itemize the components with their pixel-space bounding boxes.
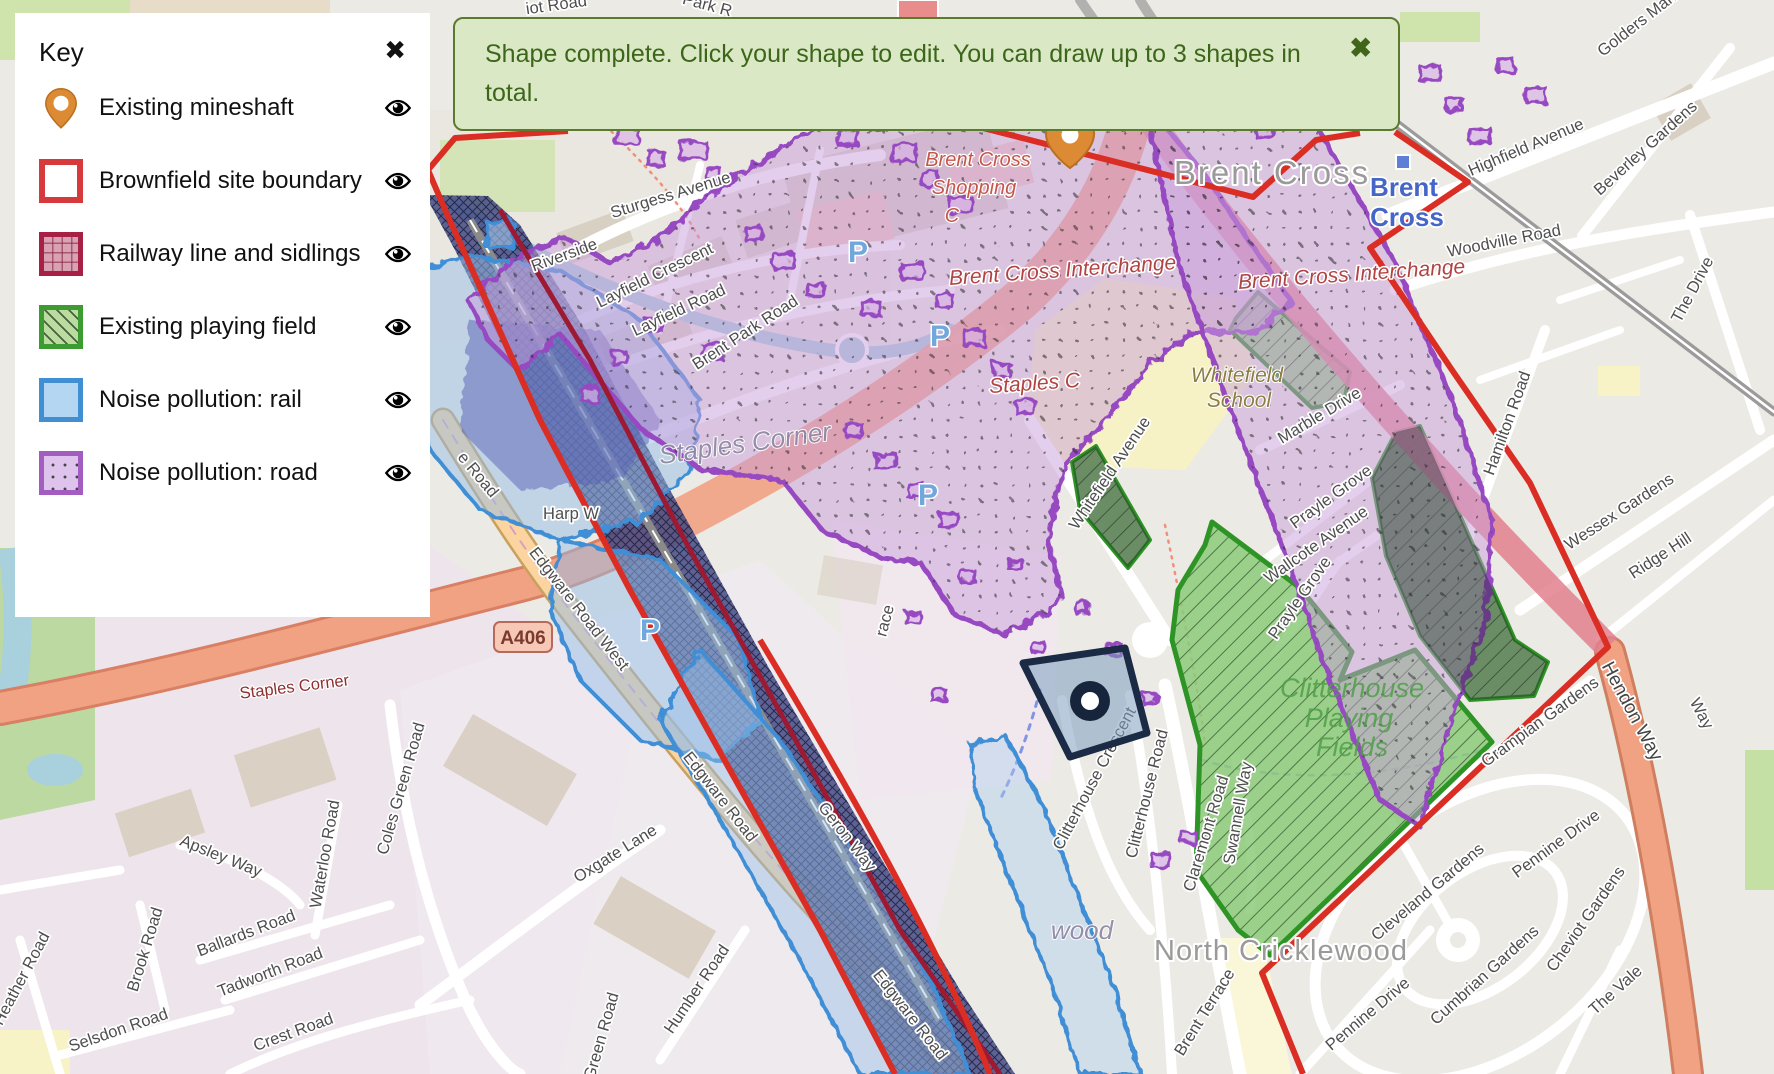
legend-item-label: Railway line and sidlings xyxy=(99,232,376,272)
eye-icon[interactable] xyxy=(382,86,416,127)
railway-swatch xyxy=(39,232,83,276)
playing-field-swatch xyxy=(39,305,83,349)
noise-road-fragment xyxy=(964,330,984,345)
legend-row-mineshaft[interactable]: Existing mineshaft xyxy=(39,86,416,130)
map-label: wood xyxy=(1051,915,1115,945)
noise-road-fragment xyxy=(876,454,896,469)
noise-road-fragment xyxy=(808,284,824,296)
legend-items: Existing mineshaft Brownfield site bound… xyxy=(39,86,416,495)
map-label: Cross xyxy=(1370,202,1444,232)
noise-road-fragment xyxy=(1526,88,1546,102)
map-label: Brent Cross xyxy=(925,149,1031,171)
noise-road-fragment xyxy=(1470,128,1490,143)
map-label: Brent Cross xyxy=(1174,154,1370,191)
noise-road-fragment xyxy=(932,690,946,701)
notification-banner: Shape complete. Click your shape to edit… xyxy=(453,17,1400,131)
eye-icon[interactable] xyxy=(382,378,416,419)
station-icon xyxy=(1396,155,1410,169)
noise-road-fragment xyxy=(746,228,762,241)
noise-road-fragment xyxy=(1144,694,1156,704)
brownfield-swatch xyxy=(39,159,83,203)
noise-road-fragment xyxy=(1075,602,1087,612)
banner-message: Shape complete. Click your shape to edit… xyxy=(485,35,1318,113)
map-label: Harp W xyxy=(543,505,599,523)
map-label: School xyxy=(1207,389,1273,412)
map-label: C xyxy=(945,205,960,227)
parking-icon: P xyxy=(918,479,938,512)
noise-road-fragment xyxy=(1420,66,1440,81)
map-label: Brent xyxy=(1370,172,1438,202)
eye-icon[interactable] xyxy=(382,159,416,200)
legend-row-railway[interactable]: Railway line and sidlings xyxy=(39,232,416,276)
legend-item-label: Existing mineshaft xyxy=(99,86,376,126)
legend-item-label: Brownfield site boundary xyxy=(99,159,376,199)
noise-road-fragment xyxy=(892,144,916,161)
legend-item-label: Noise pollution: rail xyxy=(99,378,376,418)
map-label: Shopping xyxy=(932,177,1017,199)
eye-icon[interactable] xyxy=(382,305,416,346)
noise-road-fragment xyxy=(1016,400,1034,413)
parking-icon: P xyxy=(930,320,950,353)
noise-road-fragment xyxy=(1498,60,1514,72)
legend-row-playing-field[interactable]: Existing playing field xyxy=(39,305,416,349)
noise-road-fragment xyxy=(1152,854,1170,867)
legend-row-noise-rail[interactable]: Noise pollution: rail xyxy=(39,378,416,422)
mineshaft-swatch xyxy=(39,86,83,130)
legend-row-noise-road[interactable]: Noise pollution: road xyxy=(39,451,416,495)
noise-road-fragment xyxy=(680,142,706,159)
noise-road-fragment xyxy=(902,264,924,279)
noise-road-fragment xyxy=(862,302,880,315)
map-label: Whitefield xyxy=(1191,364,1285,387)
noise-road-fragment xyxy=(960,570,974,581)
noise-road-fragment xyxy=(582,388,598,401)
legend-row-brownfield[interactable]: Brownfield site boundary xyxy=(39,159,416,203)
parking-icon: P xyxy=(848,236,868,269)
eye-icon[interactable] xyxy=(382,232,416,273)
parking-icon: P xyxy=(640,614,660,647)
map-label: Fields xyxy=(1316,732,1388,762)
noise-road-fragment xyxy=(612,352,626,363)
map-label: Clitterhouse xyxy=(1280,673,1424,703)
key-close-icon[interactable]: ✖ xyxy=(380,33,416,67)
map-label: Playing xyxy=(1305,703,1394,733)
road-shield: A406 xyxy=(494,622,552,652)
key-panel: Key ✖ Existing mineshaft Brownfield site… xyxy=(15,13,430,617)
noise-road-fragment xyxy=(1032,642,1044,652)
banner-close-icon[interactable]: ✖ xyxy=(1349,35,1372,62)
noise-road-fragment xyxy=(846,424,862,436)
noise-rail-swatch xyxy=(39,378,83,422)
noise-road-fragment xyxy=(940,514,958,527)
key-title: Key xyxy=(39,37,84,68)
noise-road-swatch xyxy=(39,451,83,495)
noise-road-fragment xyxy=(936,294,952,306)
noise-road-fragment xyxy=(906,612,920,623)
eye-icon[interactable] xyxy=(382,451,416,492)
noise-road-fragment xyxy=(1010,560,1022,570)
legend-item-label: Noise pollution: road xyxy=(99,451,376,491)
map-label: North Cricklewood xyxy=(1154,935,1408,967)
noise-road-fragment xyxy=(1446,98,1462,110)
noise-road-fragment xyxy=(774,254,794,269)
legend-item-label: Existing playing field xyxy=(99,305,376,345)
svg-text:A406: A406 xyxy=(500,628,545,649)
noise-road-fragment xyxy=(838,130,858,145)
noise-road-fragment xyxy=(648,152,664,165)
